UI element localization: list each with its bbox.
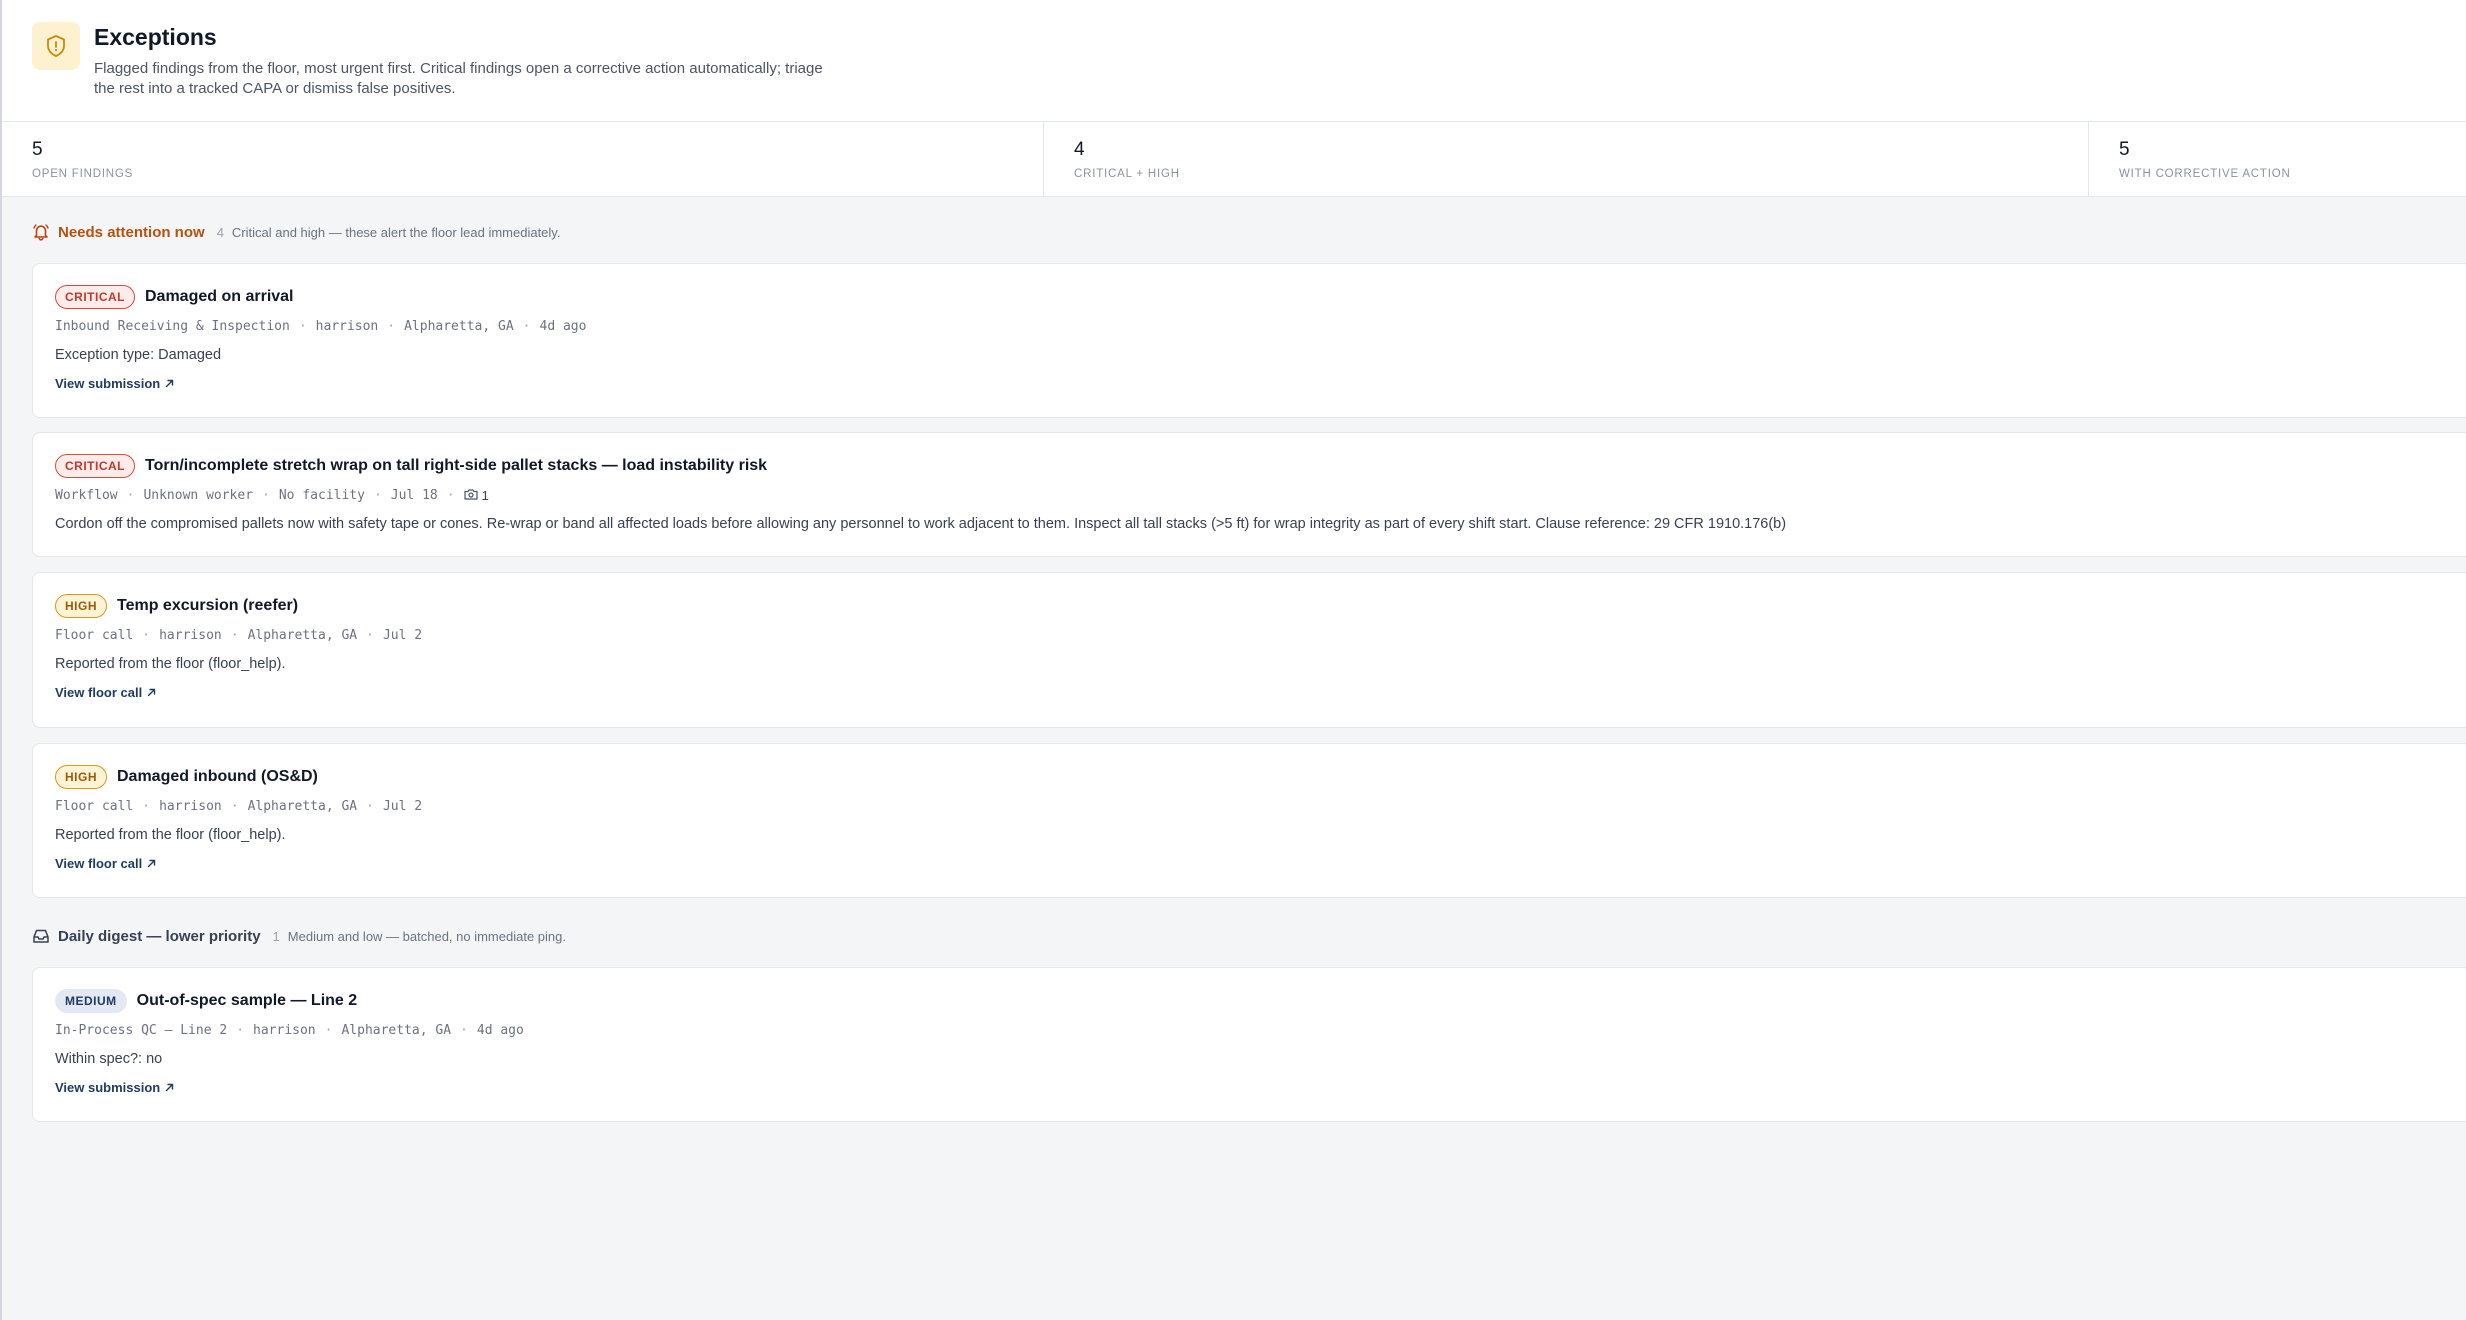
photo-count: 1: [463, 488, 489, 503]
finding-meta: Inbound Receiving & Inspection · harrison…: [55, 319, 587, 334]
stat-open-findings: 5 Open findings: [2, 122, 1044, 196]
finding-header: High Temp excursion (reefer): [55, 594, 298, 618]
severity-badge: High: [55, 594, 107, 618]
meta-source: Floor call: [55, 799, 134, 814]
section-daily-digest: Daily digest — lower priority 1 Medium a…: [32, 927, 566, 945]
finding-body: Reported from the floor (floor_help).: [55, 656, 286, 672]
finding-meta: Floor call · harrison · Alpharetta, GA · Ju…: [55, 799, 423, 814]
section-note: Critical and high — these alert the floo…: [231, 224, 561, 240]
stat-label: With corrective action: [2119, 168, 2291, 180]
section-title: Daily digest — lower priority: [58, 927, 261, 945]
meta-time: Jul 18: [390, 488, 438, 503]
meta-worker: harrison: [159, 799, 222, 814]
meta-worker: harrison: [315, 319, 379, 334]
finding-meta: Floor call · harrison · Alpharetta, GA · Ju…: [55, 628, 423, 643]
finding-header: Medium Out-of-spec sample — Line 2: [55, 989, 357, 1013]
external-arrow-icon: [165, 1080, 174, 1095]
camera-icon: [463, 488, 478, 503]
page-title: Exceptions: [94, 24, 217, 50]
page-header: Exceptions Flagged findings from the flo…: [2, 0, 2466, 122]
finding-card[interactable]: Critical Torn/incomplete stretch wrap on…: [32, 432, 2466, 557]
stat-label: Open findings: [32, 168, 134, 180]
severity-badge: Critical: [55, 454, 135, 478]
section-note: Medium and low — batched, no immediate p…: [287, 928, 566, 944]
meta-facility: No facility: [278, 488, 365, 503]
section-count: 4: [216, 224, 224, 240]
meta-worker: Unknown worker: [143, 488, 254, 503]
view-submission-link[interactable]: View submission: [55, 376, 174, 391]
meta-time: 4d ago: [476, 1023, 524, 1038]
link-label: View floor call: [55, 856, 143, 871]
meta-source: Workflow: [55, 488, 118, 503]
finding-header: Critical Damaged on arrival: [55, 285, 294, 309]
meta-time: 4d ago: [539, 319, 587, 334]
link-label: View submission: [55, 376, 161, 391]
inbox-icon: [32, 927, 50, 945]
external-arrow-icon: [147, 685, 156, 700]
meta-source: Floor call: [55, 628, 134, 643]
finding-title[interactable]: Damaged inbound (OS&D): [117, 768, 318, 786]
section-count: 1: [272, 928, 280, 944]
stat-value: 5: [2119, 139, 2130, 160]
meta-source: Inbound Receiving & Inspection: [55, 319, 290, 334]
finding-card[interactable]: High Damaged inbound (OS&D) Floor call · …: [32, 743, 2466, 898]
finding-body: Within spec?: no: [55, 1051, 163, 1067]
finding-body: Exception type: Damaged: [55, 347, 222, 363]
section-needs-attention: Needs attention now 4 Critical and high …: [32, 223, 560, 241]
section-title: Needs attention now: [58, 223, 205, 241]
meta-facility: Alpharetta, GA: [404, 319, 514, 334]
stats-bar: 5 Open findings 4 Critical + high 5 With…: [2, 122, 2466, 197]
meta-facility: Alpharetta, GA: [341, 1023, 452, 1038]
external-arrow-icon: [165, 376, 174, 391]
meta-time: Jul 2: [382, 628, 423, 643]
finding-meta: Workflow · Unknown worker · No facility · J…: [55, 488, 489, 503]
view-submission-link[interactable]: View submission: [55, 1080, 174, 1095]
page-description: Flagged findings from the floor, most ur…: [94, 60, 823, 97]
shield-alert-icon: [32, 22, 80, 70]
finding-header: High Damaged inbound (OS&D): [55, 765, 318, 789]
finding-meta: In-Process QC — Line 2 · harrison · Alphar…: [55, 1023, 524, 1038]
meta-worker: harrison: [159, 628, 222, 643]
severity-badge: Medium: [55, 989, 127, 1013]
meta-time: Jul 2: [382, 799, 423, 814]
stat-value: 5: [32, 139, 43, 160]
finding-header: Critical Torn/incomplete stretch wrap on…: [55, 454, 767, 478]
meta-facility: Alpharetta, GA: [247, 628, 358, 643]
stat-value: 4: [1074, 139, 1085, 160]
view-floor-call-link[interactable]: View floor call: [55, 856, 156, 871]
severity-badge: Critical: [55, 285, 135, 309]
finding-card[interactable]: High Temp excursion (reefer) Floor call ·…: [32, 572, 2466, 728]
finding-title[interactable]: Torn/incomplete stretch wrap on tall rig…: [145, 457, 767, 475]
finding-title[interactable]: Out-of-spec sample — Line 2: [137, 992, 357, 1010]
meta-worker: harrison: [253, 1023, 316, 1038]
finding-title[interactable]: Damaged on arrival: [145, 288, 294, 306]
meta-source: In-Process QC — Line 2: [55, 1023, 228, 1038]
severity-badge: High: [55, 765, 107, 789]
stat-critical-high: 4 Critical + high: [1044, 122, 2089, 196]
link-label: View floor call: [55, 685, 143, 700]
finding-card[interactable]: Medium Out-of-spec sample — Line 2 In-Pr…: [32, 967, 2466, 1122]
photo-count-value: 1: [481, 488, 489, 503]
finding-title[interactable]: Temp excursion (reefer): [117, 597, 298, 615]
finding-body: Reported from the floor (floor_help).: [55, 827, 286, 843]
bell-icon: [32, 223, 50, 241]
finding-body: Cordon off the compromised pallets now w…: [55, 516, 1787, 532]
external-arrow-icon: [147, 856, 156, 871]
stat-label: Critical + high: [1074, 168, 1180, 180]
view-floor-call-link[interactable]: View floor call: [55, 685, 156, 700]
finding-card[interactable]: Critical Damaged on arrival Inbound Rece…: [32, 263, 2466, 418]
stat-corrective-action: 5 With corrective action: [2089, 122, 2466, 196]
meta-facility: Alpharetta, GA: [247, 799, 358, 814]
link-label: View submission: [55, 1080, 161, 1095]
